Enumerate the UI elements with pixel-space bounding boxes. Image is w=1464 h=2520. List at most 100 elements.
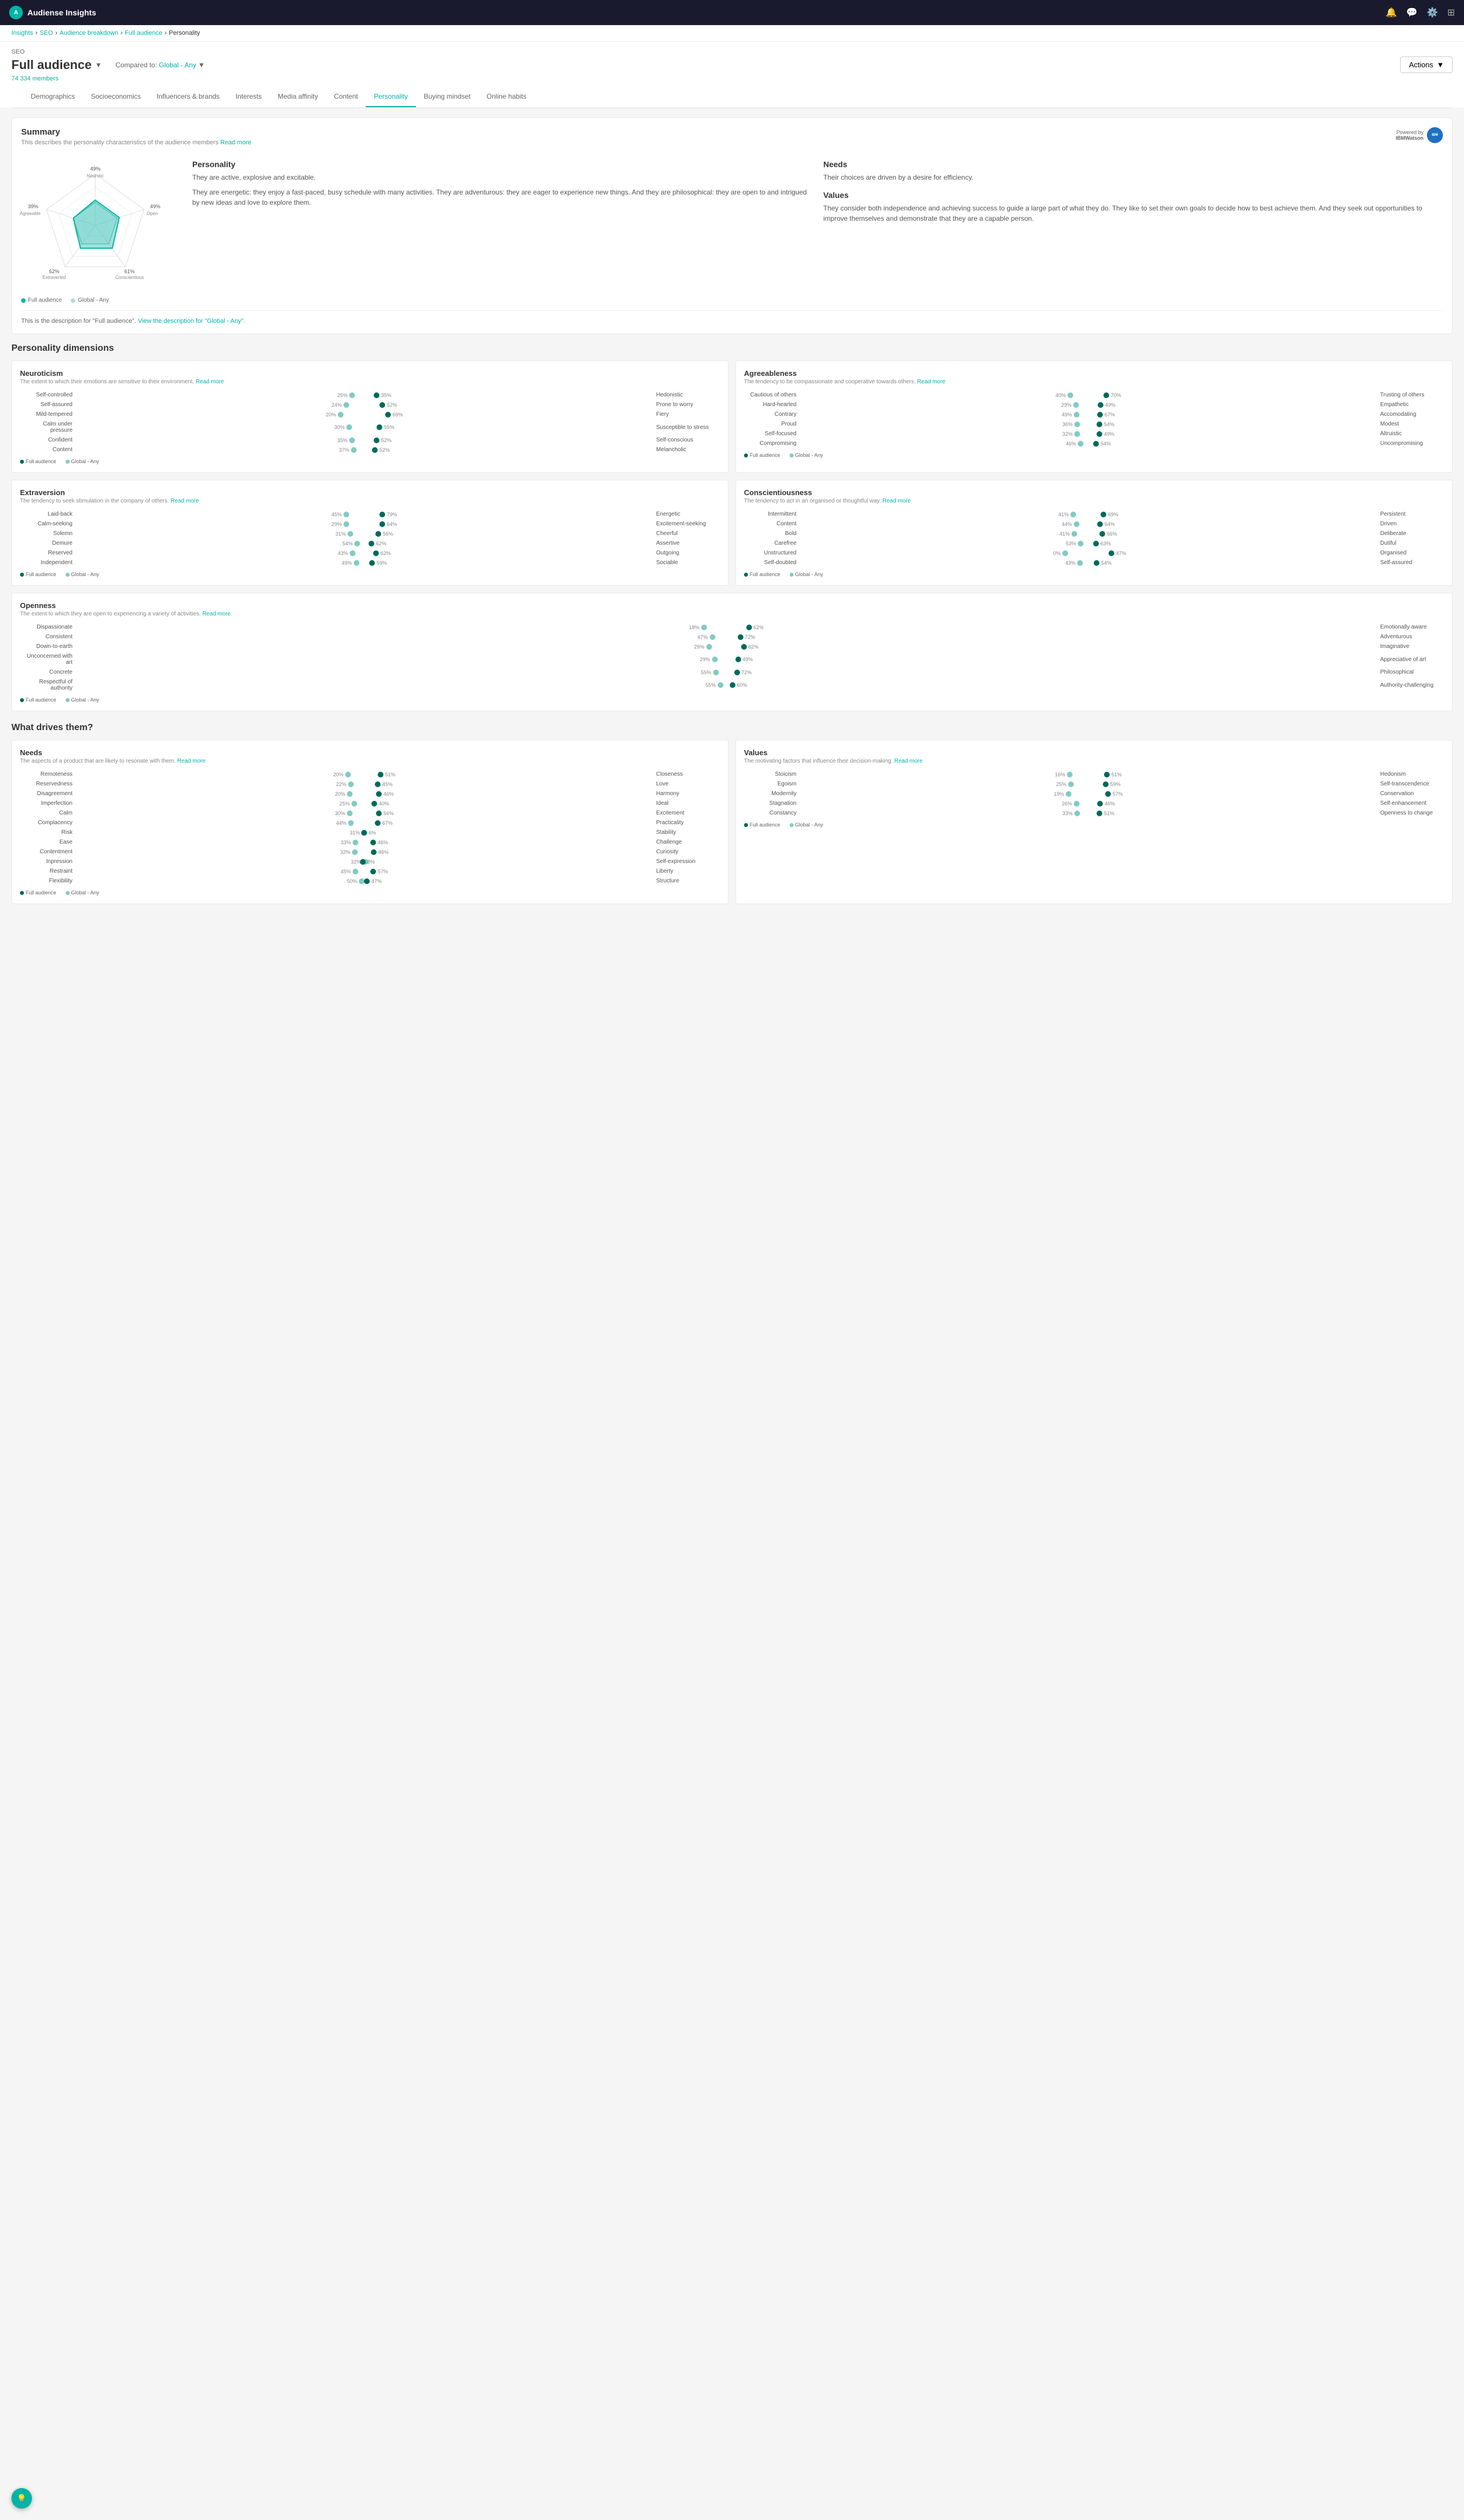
conscientiousness-desc: The tendency to act in an organised or t… [744, 498, 1444, 504]
agreeableness-desc: The tendency to be compassionate and coo… [744, 379, 1444, 385]
drives-needs-card: Needs The aspects of a product that are … [11, 740, 729, 904]
tab-buying-mindset[interactable]: Buying mindset [416, 87, 479, 107]
drives-needs-title: Needs [20, 748, 720, 757]
personality-col: Personality They are active, explosive a… [192, 160, 812, 303]
audience-row: Full audience ▼ Compared to: Global - An… [11, 56, 1453, 73]
tab-online-habits[interactable]: Online habits [479, 87, 535, 107]
svg-text:Agreeable: Agreeable [20, 211, 41, 216]
radar-chart: 49% Neurotic 49% Open 61% Conscientious … [21, 160, 181, 303]
chat-icon[interactable]: 💬 [1406, 7, 1418, 18]
personality-text2: They are energetic: they enjoy a fast-pa… [192, 187, 812, 208]
neuroticism-card: Neuroticism The extent to which their em… [11, 360, 729, 473]
legend-dot-full [21, 298, 26, 303]
extraversion-title: Extraversion [20, 488, 720, 497]
dimensions-title: Personality dimensions [11, 343, 1453, 354]
neuroticism-title: Neuroticism [20, 369, 720, 378]
personality-section-title: Personality [192, 160, 812, 169]
drives-values-traits: Stoicism16%51%Hedonism Egoism25%59%Self-… [744, 771, 1444, 816]
conscientiousness-read-more[interactable]: Read more [883, 498, 911, 504]
main-content: Summary This describes the personality c… [0, 108, 1464, 913]
tab-personality[interactable]: Personality [366, 87, 415, 107]
tab-demographics[interactable]: Demographics [23, 87, 83, 107]
agreeableness-card: Agreeableness The tendency to be compass… [735, 360, 1453, 473]
tab-influencers-brands[interactable]: Influencers & brands [149, 87, 228, 107]
personality-text1: They are active, explosive and excitable… [192, 172, 812, 183]
drives-needs-desc: The aspects of a product that are likely… [20, 758, 720, 764]
dimensions-grid: Neuroticism The extent to which their em… [11, 360, 1453, 586]
needs-text: Their choices are driven by a desire for… [823, 172, 1443, 183]
needs-title: Needs [823, 160, 1443, 169]
summary-read-more[interactable]: Read more [220, 139, 251, 146]
drives-needs-traits: Remoteness20%51%Closeness Reservedness22… [20, 771, 720, 884]
svg-text:61%: 61% [124, 269, 135, 274]
svg-text:52%: 52% [49, 269, 59, 274]
drives-values-desc: The motivating factors that influence th… [744, 758, 1444, 764]
summary-card: Summary This describes the personality c… [11, 118, 1453, 334]
radar-legend: Full audience Global - Any [21, 297, 181, 303]
neuroticism-read-more[interactable]: Read more [196, 379, 224, 385]
svg-text:39%: 39% [28, 204, 38, 209]
breadcrumb-audience-breakdown[interactable]: Audience breakdown [60, 30, 119, 37]
svg-text:Conscientious: Conscientious [115, 275, 144, 280]
page-header: SEO Full audience ▼ Compared to: Global … [0, 42, 1464, 108]
conscientiousness-traits: Intermittent41%69%Persistent Content44%6… [744, 511, 1444, 566]
what-drives-section: What drives them? Needs The aspects of a… [11, 723, 1453, 904]
needs-values-col: Needs Their choices are driven by a desi… [823, 160, 1443, 303]
openness-card: Openness The extent to which they are op… [11, 593, 1453, 711]
drives-grid: Needs The aspects of a product that are … [11, 740, 1453, 904]
extraversion-read-more[interactable]: Read more [171, 498, 199, 504]
tab-media-affinity[interactable]: Media affinity [270, 87, 326, 107]
grid-icon[interactable]: ⊞ [1447, 7, 1455, 18]
summary-title: Summary [21, 127, 252, 137]
svg-text:Neurotic: Neurotic [87, 173, 104, 179]
conscientiousness-title: Conscientiousness [744, 488, 1444, 497]
svg-text:Open: Open [147, 211, 158, 216]
audience-dropdown-arrow[interactable]: ▼ [95, 61, 102, 69]
actions-chevron: ▼ [1437, 60, 1444, 69]
neuroticism-traits: Self-controlled25%35%Hedonistic Self-ass… [20, 392, 720, 453]
personality-info: Personality They are active, explosive a… [192, 160, 1443, 303]
tab-interests[interactable]: Interests [228, 87, 270, 107]
drives-values-card: Values The motivating factors that influ… [735, 740, 1453, 904]
agreeableness-traits: Cautious of others40%70%Trusting of othe… [744, 392, 1444, 447]
legend-dot-global [71, 298, 75, 303]
extraversion-card: Extraversion The tendency to seek stimul… [11, 480, 729, 586]
values-text: They consider both independence and achi… [823, 203, 1443, 224]
fab-button[interactable]: 💡 [11, 2488, 32, 2509]
summary-footer: This is the description for "Full audien… [21, 318, 1443, 325]
openness-traits: Dispassionate18%62%Emotionally aware Con… [20, 624, 1444, 691]
values-title: Values [823, 191, 1443, 200]
svg-text:49%: 49% [90, 166, 100, 172]
personality-dimensions-section: Personality dimensions Neuroticism The e… [11, 343, 1453, 711]
header-left: A Audiense Insights [9, 6, 96, 19]
bell-icon[interactable]: 🔔 [1386, 7, 1397, 18]
openness-read-more[interactable]: Read more [203, 611, 230, 617]
settings-icon[interactable]: ⚙️ [1427, 7, 1438, 18]
nav-tabs: Demographics Socioeconomics Influencers … [11, 87, 1453, 108]
tab-content[interactable]: Content [326, 87, 366, 107]
app-title: Audiense Insights [27, 8, 96, 17]
compared-to-link[interactable]: Global - Any [159, 61, 196, 69]
summary-desc: This describes the personality character… [21, 139, 252, 146]
breadcrumb-full-audience[interactable]: Full audience [125, 30, 162, 37]
breadcrumb: Insights › SEO › Audience breakdown › Fu… [0, 25, 1464, 42]
neuroticism-desc: The extent to which their emotions are s… [20, 379, 720, 385]
view-global-link[interactable]: View the description for "Global - Any". [138, 318, 245, 325]
tab-socioeconomics[interactable]: Socioeconomics [83, 87, 148, 107]
page-label: SEO [11, 48, 1453, 55]
drives-needs-read-more[interactable]: Read more [177, 758, 205, 764]
drives-title: What drives them? [11, 723, 1453, 733]
ibm-logo: IBM [1427, 127, 1443, 143]
extraversion-traits: Laid-back45%79%Energetic Calm-seeking29%… [20, 511, 720, 566]
actions-button[interactable]: Actions ▼ [1400, 56, 1453, 73]
header: A Audiense Insights 🔔 💬 ⚙️ ⊞ [0, 0, 1464, 25]
drives-values-read-more[interactable]: Read more [894, 758, 922, 764]
header-icons: 🔔 💬 ⚙️ ⊞ [1386, 7, 1455, 18]
ibm-badge: Powered byIBMWatson IBM [1396, 127, 1443, 143]
breadcrumb-seo[interactable]: SEO [40, 30, 53, 37]
breadcrumb-insights[interactable]: Insights [11, 30, 33, 37]
agreeableness-read-more[interactable]: Read more [917, 379, 945, 385]
svg-text:Extraverted: Extraverted [43, 275, 66, 280]
audience-title: Full audience ▼ [11, 58, 102, 72]
breadcrumb-current: Personality [169, 30, 200, 37]
